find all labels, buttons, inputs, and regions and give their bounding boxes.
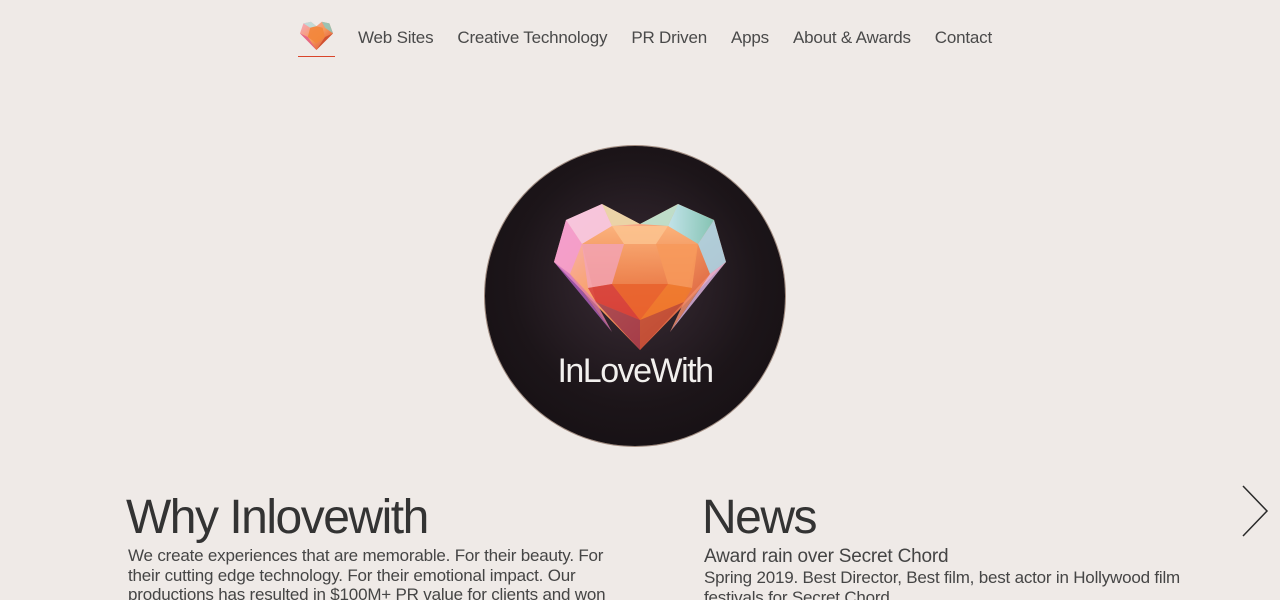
carousel-next-button[interactable] [1240, 484, 1270, 538]
nav-item-creative-technology[interactable]: Creative Technology [457, 14, 607, 62]
main-nav: Web Sites Creative Technology PR Driven … [298, 14, 992, 62]
nav-item-contact[interactable]: Contact [935, 14, 992, 62]
nav-item-pr-driven[interactable]: PR Driven [631, 14, 707, 62]
heart-gem-logo-icon [300, 21, 333, 50]
why-section-title: Why Inlovewith [126, 491, 429, 544]
why-section-body: We create experiences that are memorable… [128, 546, 606, 600]
nav-item-about-awards[interactable]: About & Awards [793, 14, 911, 62]
active-indicator [298, 56, 335, 57]
home-logo-link[interactable] [298, 20, 335, 57]
nav-item-web-sites[interactable]: Web Sites [358, 14, 434, 62]
nav-item-apps[interactable]: Apps [731, 14, 769, 62]
hero-logo: InLoveWith [485, 146, 785, 446]
page: Web Sites Creative Technology PR Driven … [0, 0, 1280, 600]
news-headline-link[interactable]: Award rain over Secret Chord [704, 546, 949, 568]
heart-gem-icon [554, 204, 726, 350]
news-body: Spring 2019. Best Director, Best film, b… [704, 568, 1181, 600]
chevron-right-icon [1242, 485, 1269, 537]
news-section-title: News [702, 491, 818, 544]
hero-wordmark: InLoveWith [557, 352, 714, 390]
